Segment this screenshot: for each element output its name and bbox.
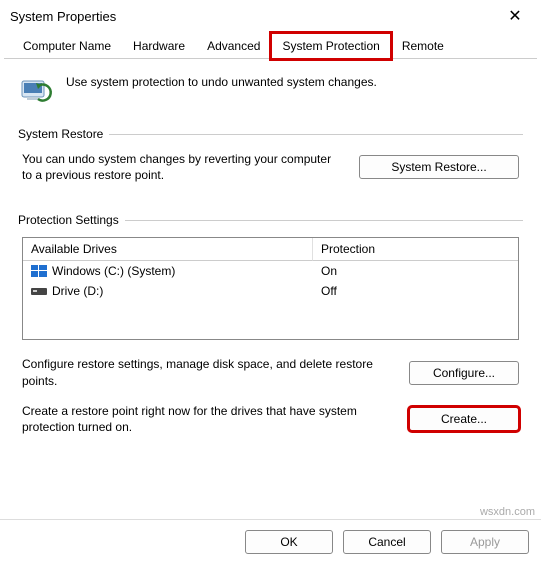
drive-name: Drive (D:): [52, 284, 103, 298]
window-title: System Properties: [10, 9, 116, 24]
table-row[interactable]: Drive (D:) Off: [23, 281, 518, 301]
watermark: wsxdn.com: [480, 506, 535, 518]
table-header: Available Drives Protection: [23, 238, 518, 261]
system-restore-button[interactable]: System Restore...: [359, 155, 519, 179]
system-properties-window: System Properties ✕ Computer Name Hardwa…: [0, 0, 541, 564]
divider: [125, 220, 523, 221]
close-icon[interactable]: ✕: [501, 6, 529, 26]
column-available-drives[interactable]: Available Drives: [23, 238, 313, 261]
drive-protection: On: [313, 261, 518, 281]
configure-text: Configure restore settings, manage disk …: [22, 356, 389, 388]
group-header: System Restore: [18, 127, 523, 141]
divider: [109, 134, 523, 135]
dialog-button-bar: OK Cancel Apply: [0, 519, 541, 564]
table-row[interactable]: Windows (C:) (System) On: [23, 261, 518, 281]
tab-hardware[interactable]: Hardware: [122, 33, 196, 59]
table-empty-space: [23, 301, 518, 339]
windows-drive-icon: [31, 265, 47, 277]
configure-button[interactable]: Configure...: [409, 361, 519, 385]
create-text: Create a restore point right now for the…: [22, 403, 389, 435]
group-header: Protection Settings: [18, 213, 523, 227]
titlebar: System Properties ✕: [0, 0, 541, 32]
intro-section: Use system protection to undo unwanted s…: [18, 73, 523, 109]
drive-name: Windows (C:) (System): [52, 264, 175, 278]
tab-panel-system-protection: Use system protection to undo unwanted s…: [0, 59, 541, 519]
drive-protection: Off: [313, 281, 518, 301]
group-label: System Restore: [18, 127, 109, 141]
group-label: Protection Settings: [18, 213, 125, 227]
tab-strip: Computer Name Hardware Advanced System P…: [4, 32, 537, 59]
intro-text: Use system protection to undo unwanted s…: [66, 73, 377, 109]
cancel-button[interactable]: Cancel: [343, 530, 431, 554]
tab-advanced[interactable]: Advanced: [196, 33, 271, 59]
column-protection[interactable]: Protection: [313, 238, 518, 261]
apply-button[interactable]: Apply: [441, 530, 529, 554]
tab-system-protection[interactable]: System Protection: [271, 33, 390, 59]
drive-icon: [31, 285, 47, 297]
ok-button[interactable]: OK: [245, 530, 333, 554]
system-restore-text: You can undo system changes by reverting…: [22, 151, 339, 183]
drives-table: Available Drives Protection: [22, 237, 519, 340]
protection-settings-group: Protection Settings Available Drives Pro…: [18, 213, 523, 449]
system-restore-group: System Restore You can undo system chang…: [18, 127, 523, 199]
tab-computer-name[interactable]: Computer Name: [12, 33, 122, 59]
create-button[interactable]: Create...: [409, 407, 519, 431]
system-protection-icon: [18, 73, 54, 109]
tab-remote[interactable]: Remote: [391, 33, 455, 59]
